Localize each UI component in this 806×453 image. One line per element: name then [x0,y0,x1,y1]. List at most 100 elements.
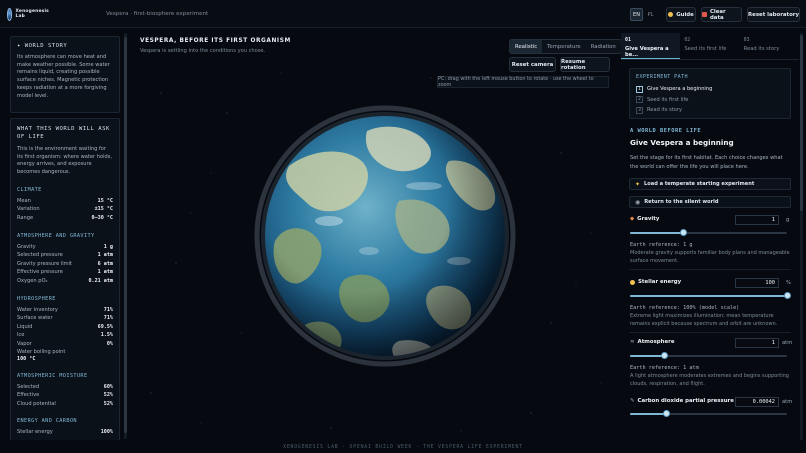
stat-row: Mean 15 °C [17,197,113,206]
stat-label: Selected pressure [17,252,63,259]
world-story-title: ✦ WORLD STORY [17,43,68,49]
stat-value: 71% [103,315,113,322]
guide-button[interactable]: Guide [666,7,696,22]
resume-rotation-button[interactable]: Resume rotation [560,57,610,72]
section-kicker: A WORLD BEFORE LIFE [630,128,702,134]
logo[interactable]: Xenogenesis Lab [7,7,49,21]
step-badge: 2 [636,96,643,104]
stat-value: 1 g [103,243,113,250]
atmosphere-gravity-heading: ATMOSPHERE AND GRAVITY [17,232,95,239]
silent-world-button[interactable]: ◉ Return to the silent world [629,196,791,208]
section-description: Set the stage for its first habitat. Eac… [630,155,783,170]
pencil-icon: ✎ [630,398,635,404]
stat-row: Variation ±15 °C [17,205,113,214]
stage-title: VESPERA, BEFORE ITS FIRST ORGANISM [140,38,291,44]
gravity-input[interactable]: 1 [735,215,779,225]
tab-read-story[interactable]: 03 Read its story [740,33,799,59]
lang-en-button[interactable]: EN [630,8,643,21]
stat-label: Gravity [17,243,36,250]
atmosphere-slider-fill [630,355,665,357]
co2-input[interactable]: 0.00042 [735,397,779,407]
tab-label: Give Vespera a be... [625,46,669,58]
mode-radiation[interactable]: Radiation [586,40,621,53]
tab-number: 02 [684,37,691,43]
left-scrollbar[interactable] [124,33,127,439]
gravity-slider-fill [630,232,684,234]
reset-laboratory-button[interactable]: Reset laboratory [747,7,800,22]
path-step-label: Give Vespera a beginning [647,86,713,93]
section-heading: Give Vespera a beginning [630,138,734,147]
stage-subtitle: Vespera is settling into the conditions … [140,48,266,54]
planet-logo-icon [7,7,13,21]
co2-label: ✎ Carbon dioxide partial pressure [630,398,734,404]
planet-vespera[interactable] [249,91,521,381]
atmosphere-slider[interactable] [630,352,787,359]
path-step[interactable]: 1 Give Vespera a beginning [636,84,784,95]
atmosphere-input[interactable]: 1 [735,338,779,348]
gravity-slider[interactable] [630,229,787,236]
planet-stage[interactable]: VESPERA, BEFORE ITS FIRST ORGANISM Vespe… [131,33,622,440]
gravity-note: Moderate gravity supports familiar body … [630,250,790,264]
experiment-path: EXPERIMENT PATH 1 Give Vespera a beginnin… [629,68,791,119]
stat-row: Gravity 1 g [17,243,113,252]
stat-label: Liquid [17,323,33,330]
co2-slider[interactable] [630,410,787,417]
reset-camera-button[interactable]: Reset camera [509,57,556,72]
stat-value: 0–30 °C [91,215,113,221]
stat-row: Gravity pressure limit 6 atm [17,260,113,269]
stat-row: Ice 1.5% [17,331,113,340]
tab-seed-life[interactable]: 02 Seed its first life [680,33,739,59]
tab-label: Seed its first life [684,46,727,52]
load-temperate-button[interactable]: ✦ Load a temperate starting experiment [629,178,791,190]
climate-heading: CLIMATE [17,186,42,193]
right-panel: 01 Give Vespera a be... 02 Seed its firs… [621,33,799,440]
stat-value: 69.5% [97,323,113,330]
stat-row: Water boiling point [17,349,113,356]
world-ask-text: This is the environment waiting for its … [17,146,112,176]
stat-value: 1 atm [97,252,113,259]
path-step[interactable]: 3 Read its story [636,105,784,116]
world-story-card: ✦ WORLD STORY Its atmosphere can move he… [10,36,120,113]
stellar-input[interactable]: 100 [735,278,779,288]
mode-temperature[interactable]: Temperature [542,40,586,53]
clear-data-button[interactable]: Clear data [701,7,742,22]
tab-number: 01 [625,37,631,43]
stat-label: Water inventory [17,306,58,313]
right-scrollbar[interactable] [800,33,803,440]
stellar-slider[interactable] [630,292,791,299]
spark-icon: ✦ [635,180,641,188]
stat-value: 60% [103,383,113,390]
stat-row: Oxygen pO₂ 0.21 atm [17,277,113,286]
experiment-path-title: EXPERIMENT PATH [636,74,689,80]
atmosphere-earth-reference: Earth reference: 1 atm [630,365,699,371]
stat-value: 15 °C [97,197,113,204]
path-step-label: Read its story [647,107,682,114]
atmosphere-slider-thumb[interactable] [661,352,669,359]
step-badge: 3 [636,106,643,114]
path-step[interactable]: 2 Seed its first life [636,95,784,106]
stellar-label-text: Stellar energy [638,279,682,285]
co2-slider-thumb[interactable] [662,410,670,417]
tab-beginning[interactable]: 01 Give Vespera a be... [621,33,681,59]
stat-label: Mean [17,197,31,204]
step-badge: 1 [636,85,643,93]
wind-icon: ≈ [630,339,635,345]
atmosphere-label-text: Atmosphere [637,339,675,345]
lang-pl-button[interactable]: PL [644,8,657,21]
mode-realistic[interactable]: Realistic [510,40,543,53]
world-story-text: Its atmosphere can move heat and make we… [17,54,110,99]
stellar-slider-thumb[interactable] [783,292,791,299]
guide-label: Guide [676,11,694,18]
parameter-list: ◆ Gravity 1 g Earth reference: 1 g Moder… [629,208,792,398]
stat-label: Oxygen pO₂ [17,277,48,284]
stat-row: Selected 60% [17,383,113,392]
stat-row: Range 0–30 °C [17,214,113,223]
gravity-unit: g [786,217,790,223]
stat-row: Effective 52% [17,391,113,400]
stellar-unit: % [786,280,791,286]
co2-unit: atm [782,399,793,405]
clear-data-label: Clear data [709,8,726,21]
co2-label-text: Carbon dioxide partial pressure [637,398,734,404]
logo-text: Xenogenesis Lab [15,9,49,19]
gravity-slider-thumb[interactable] [679,229,687,236]
